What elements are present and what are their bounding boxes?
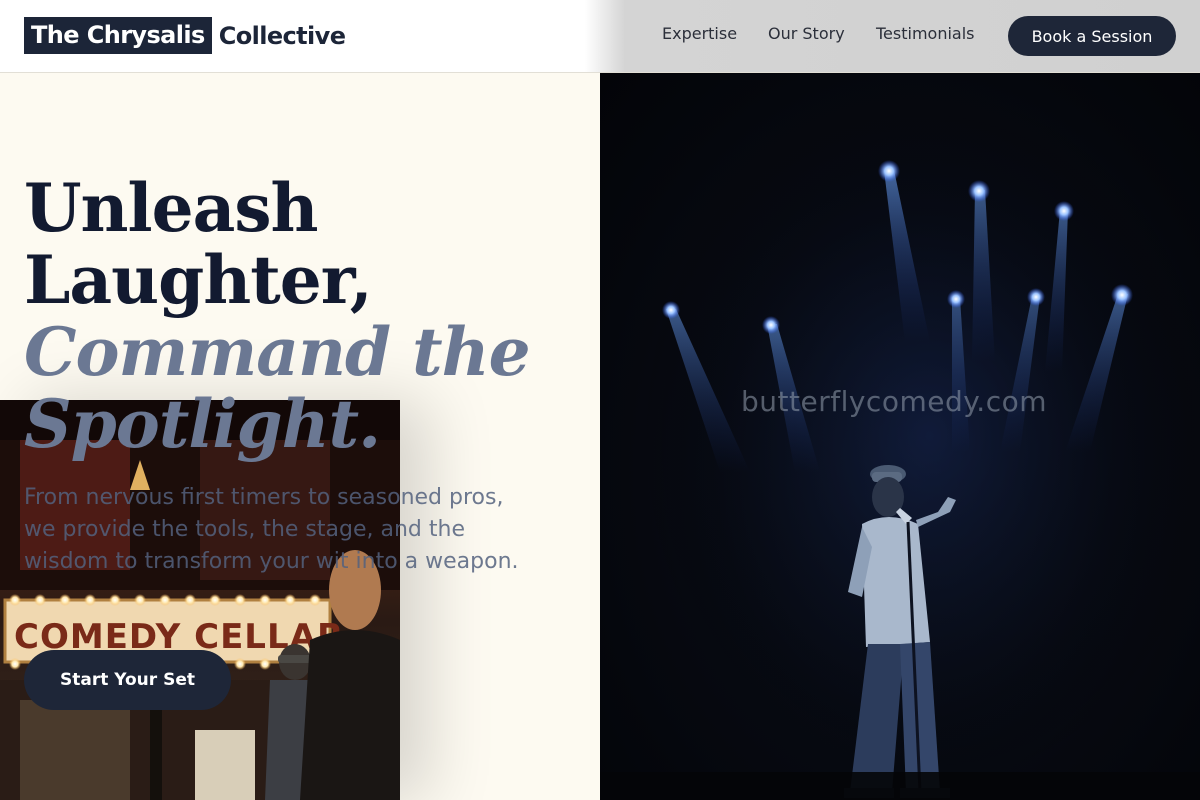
brand-logo[interactable]: The Chrysalis Collective [24, 17, 346, 54]
nav-link-testimonials[interactable]: Testimonials [876, 24, 975, 43]
brand-name-boxed: The Chrysalis [24, 17, 212, 54]
nav-link-expertise[interactable]: Expertise [662, 24, 737, 43]
hero-subtext: From nervous first timers to seasoned pr… [24, 485, 519, 574]
nav-link-our-story[interactable]: Our Story [768, 24, 845, 43]
site-header: The Chrysalis Collective Expertise Our S… [0, 0, 1200, 73]
stage-photo [600, 72, 1200, 800]
headline-line-1: Unleash [24, 169, 319, 247]
headline-accent-line-2: Spotlight. [24, 385, 381, 463]
book-session-button[interactable]: Book a Session [1008, 16, 1176, 56]
hero-headline: Unleash Laughter, Command the Spotlight. [24, 172, 584, 460]
start-your-set-button[interactable]: Start Your Set [24, 650, 231, 710]
stage-illustration [600, 72, 1200, 800]
headline-line-2: Laughter, [24, 241, 373, 319]
watermark-text: butterflycomedy.com [741, 385, 1048, 418]
headline-accent-line-1: Command the [24, 313, 531, 391]
brand-name-rest: Collective [218, 21, 346, 50]
